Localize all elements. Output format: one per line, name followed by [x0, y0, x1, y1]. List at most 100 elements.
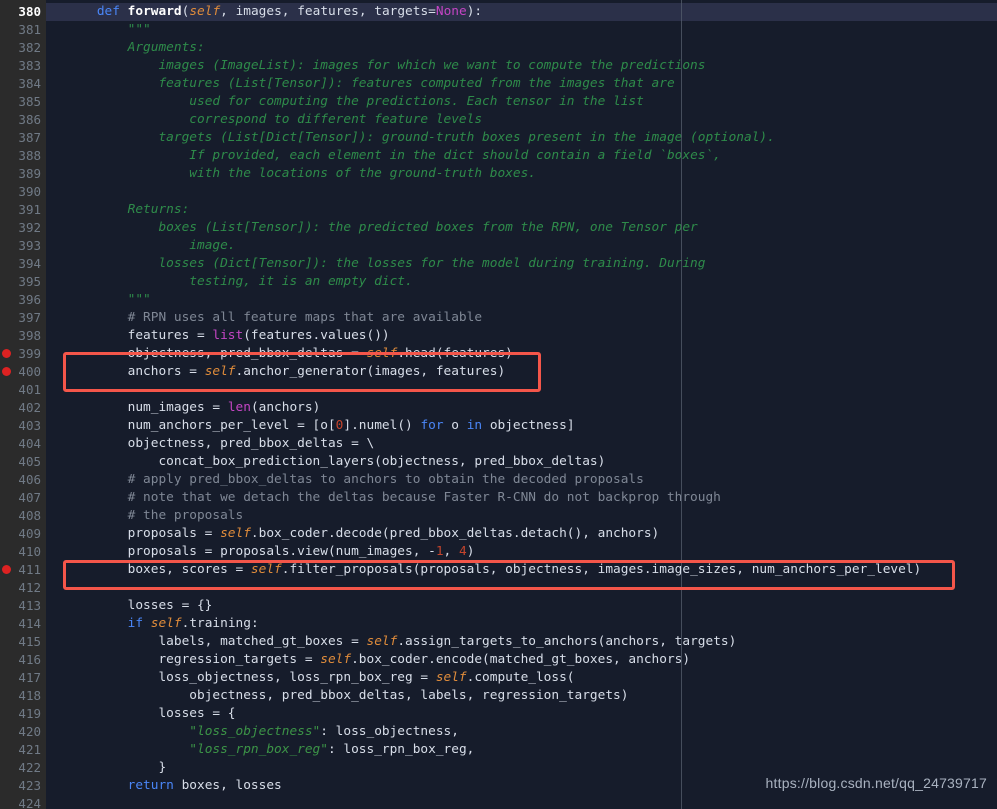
line-number-408[interactable]: 408 — [0, 507, 46, 525]
line-number-416[interactable]: 416 — [0, 651, 46, 669]
code-line-382[interactable]: Arguments: — [46, 39, 205, 57]
code-line-408[interactable]: # the proposals — [46, 507, 244, 525]
line-number-397[interactable]: 397 — [0, 309, 46, 327]
code-line-401[interactable] — [46, 381, 66, 399]
code-line-403[interactable]: num_anchors_per_level = [o[0].numel() fo… — [46, 417, 575, 435]
code-line-399[interactable]: objectness, pred_bbox_deltas = self.head… — [46, 345, 513, 363]
code-line-387[interactable]: targets (List[Dict[Tensor]): ground-trut… — [46, 129, 774, 147]
line-number-403[interactable]: 403 — [0, 417, 46, 435]
line-number-396[interactable]: 396 — [0, 291, 46, 309]
code-line-419[interactable]: losses = { — [46, 705, 235, 723]
code-line-414[interactable]: if self.training: — [46, 615, 259, 633]
line-number-424[interactable]: 424 — [0, 795, 46, 809]
code-line-397[interactable]: # RPN uses all feature maps that are ava… — [46, 309, 482, 327]
line-number-401[interactable]: 401 — [0, 381, 46, 399]
line-number-384[interactable]: 384 — [0, 75, 46, 93]
code-line-402[interactable]: num_images = len(anchors) — [46, 399, 321, 417]
code-line-424[interactable] — [46, 795, 66, 809]
line-number-399[interactable]: 399 — [0, 345, 46, 363]
code-line-411[interactable]: boxes, scores = self.filter_proposals(pr… — [46, 561, 922, 579]
code-line-395[interactable]: testing, it is an empty dict. — [46, 273, 412, 291]
code-line-398[interactable]: features = list(features.values()) — [46, 327, 390, 345]
breakpoint-icon[interactable] — [2, 367, 11, 376]
line-number-387[interactable]: 387 — [0, 129, 46, 147]
code-line-413[interactable]: losses = {} — [46, 597, 213, 615]
line-number-392[interactable]: 392 — [0, 219, 46, 237]
code-line-392[interactable]: boxes (List[Tensor]): the predicted boxe… — [46, 219, 697, 237]
line-number-405[interactable]: 405 — [0, 453, 46, 471]
code-line-396[interactable]: """ — [46, 291, 151, 309]
line-number-410[interactable]: 410 — [0, 543, 46, 561]
line-number-418[interactable]: 418 — [0, 687, 46, 705]
line-number-385[interactable]: 385 — [0, 93, 46, 111]
line-number-421[interactable]: 421 — [0, 741, 46, 759]
code-line-422[interactable]: } — [46, 759, 166, 777]
breakpoint-icon[interactable] — [2, 565, 11, 574]
code-line-384[interactable]: features (List[Tensor]): features comput… — [46, 75, 674, 93]
line-number-413[interactable]: 413 — [0, 597, 46, 615]
code-line-420[interactable]: "loss_objectness": loss_objectness, — [46, 723, 459, 741]
line-number-420[interactable]: 420 — [0, 723, 46, 741]
code-line-394[interactable]: losses (Dict[Tensor]): the losses for th… — [46, 255, 705, 273]
line-number-394[interactable]: 394 — [0, 255, 46, 273]
line-number-395[interactable]: 395 — [0, 273, 46, 291]
line-number-402[interactable]: 402 — [0, 399, 46, 417]
code-line-385[interactable]: used for computing the predictions. Each… — [46, 93, 644, 111]
line-number-404[interactable]: 404 — [0, 435, 46, 453]
line-number-383[interactable]: 383 — [0, 57, 46, 75]
code-editor[interactable]: 380 381 382 383 384 385 386 387 388 389 390 391 392 3… — [0, 0, 997, 809]
code-line-423[interactable]: return boxes, losses — [46, 777, 282, 795]
line-number-391[interactable]: 391 — [0, 201, 46, 219]
code-line-383[interactable]: images (ImageList): images for which we … — [46, 57, 705, 75]
token-pl: : loss_objectness, — [320, 724, 459, 739]
code-line-417[interactable]: loss_objectness, loss_rpn_box_reg = self… — [46, 669, 574, 687]
code-line-405[interactable]: concat_box_prediction_layers(objectness,… — [46, 453, 605, 471]
line-number-419[interactable]: 419 — [0, 705, 46, 723]
line-number-422[interactable]: 422 — [0, 759, 46, 777]
line-number-412[interactable]: 412 — [0, 579, 46, 597]
line-number-393[interactable]: 393 — [0, 237, 46, 255]
line-number-400[interactable]: 400 — [0, 363, 46, 381]
breakpoint-icon[interactable] — [2, 349, 11, 358]
code-line-386[interactable]: correspond to different feature levels — [46, 111, 482, 129]
token-self: self — [250, 562, 282, 577]
code-line-391[interactable]: Returns: — [46, 201, 190, 219]
code-line-412[interactable] — [46, 579, 66, 597]
code-line-407[interactable]: # note that we detach the deltas because… — [46, 489, 721, 507]
code-line-410[interactable]: proposals = proposals.view(num_images, -… — [46, 543, 475, 561]
line-number-417[interactable]: 417 — [0, 669, 46, 687]
code-line-409[interactable]: proposals = self.box_coder.decode(pred_b… — [46, 525, 660, 543]
code-line-389[interactable]: with the locations of the ground-truth b… — [46, 165, 536, 183]
line-number-gutter[interactable]: 380 381 382 383 384 385 386 387 388 389 390 391 392 3… — [0, 0, 46, 809]
code-line-388[interactable]: If provided, each element in the dict sh… — [46, 147, 721, 165]
line-number-389[interactable]: 389 — [0, 165, 46, 183]
code-line-404[interactable]: objectness, pred_bbox_deltas = \ — [46, 435, 375, 453]
line-number-406[interactable]: 406 — [0, 471, 46, 489]
code-line-393[interactable]: image. — [46, 237, 235, 255]
code-surface[interactable]: def forward(self, images, features, targ… — [46, 0, 997, 809]
line-number-415[interactable]: 415 — [0, 633, 46, 651]
code-line-400[interactable]: anchors = self.anchor_generator(images, … — [46, 363, 506, 381]
code-line-390[interactable] — [46, 183, 66, 201]
code-line-418[interactable]: objectness, pred_bbox_deltas, labels, re… — [46, 687, 628, 705]
line-number-380[interactable]: 380 — [0, 3, 46, 21]
code-line-421[interactable]: "loss_rpn_box_reg": loss_rpn_box_reg, — [46, 741, 474, 759]
line-number-388[interactable]: 388 — [0, 147, 46, 165]
line-number-423[interactable]: 423 — [0, 777, 46, 795]
code-line-380[interactable]: def forward(self, images, features, targ… — [46, 3, 997, 21]
code-line-406[interactable]: # apply pred_bbox_deltas to anchors to o… — [46, 471, 644, 489]
line-number-382[interactable]: 382 — [0, 39, 46, 57]
line-number-381[interactable]: 381 — [0, 21, 46, 39]
code-line-381[interactable]: """ — [46, 21, 151, 39]
line-number-411[interactable]: 411 — [0, 561, 46, 579]
code-line-415[interactable]: labels, matched_gt_boxes = self.assign_t… — [46, 633, 736, 651]
line-number-398[interactable]: 398 — [0, 327, 46, 345]
token-self: self — [366, 346, 398, 361]
line-number-390[interactable]: 390 — [0, 183, 46, 201]
line-number-414[interactable]: 414 — [0, 615, 46, 633]
line-number-386[interactable]: 386 — [0, 111, 46, 129]
code-line-416[interactable]: regression_targets = self.box_coder.enco… — [46, 651, 690, 669]
line-number-407[interactable]: 407 — [0, 489, 46, 507]
line-number-409[interactable]: 409 — [0, 525, 46, 543]
